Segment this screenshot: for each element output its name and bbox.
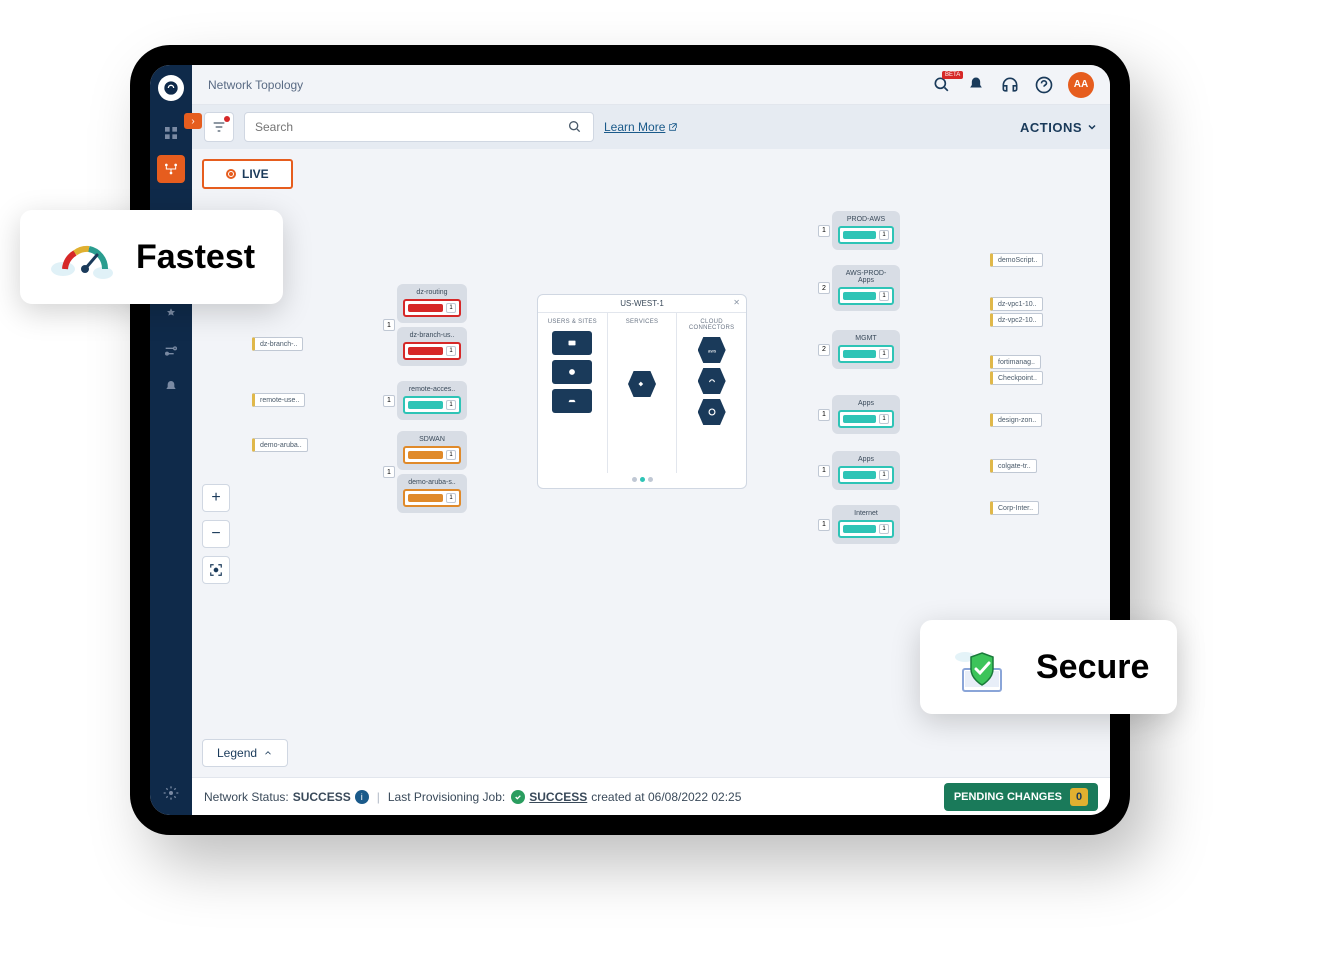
beta-badge: BETA — [942, 71, 963, 79]
topology-tag[interactable]: Checkpoint.. — [990, 371, 1043, 385]
region-close-icon[interactable]: ✕ — [733, 298, 740, 307]
sidebar: › — [150, 65, 192, 815]
fit-view-button[interactable] — [202, 556, 230, 584]
network-status-value: SUCCESS — [293, 790, 351, 804]
topbar: Network Topology BETA AA — [192, 65, 1110, 105]
topology-tag[interactable]: dz-branch-.. — [252, 337, 303, 351]
sidebar-item-extensions[interactable] — [157, 301, 185, 329]
region-panel[interactable]: US-WEST-1✕ USERS & SITES SERVICES CLOUD … — [537, 294, 747, 489]
check-icon — [511, 790, 525, 804]
search-input[interactable] — [255, 120, 567, 134]
filter-button[interactable] — [204, 112, 234, 142]
search-icon — [567, 119, 583, 135]
overlay-secure-card: Secure — [920, 620, 1177, 714]
status-bar: Network Status: SUCCESS i | Last Provisi… — [192, 777, 1110, 815]
topology-tag[interactable]: dz-vpc1-10.. — [990, 297, 1043, 311]
chevron-down-icon — [1086, 121, 1098, 133]
filter-indicator-dot — [224, 116, 230, 122]
topology-node[interactable]: 1 remote-acces.. 1 — [397, 381, 467, 420]
service-node[interactable] — [698, 368, 726, 394]
chevron-up-icon — [263, 748, 273, 758]
topology-node[interactable]: 1PROD-AWS1 — [832, 211, 900, 250]
service-node[interactable] — [552, 389, 592, 413]
service-node[interactable] — [552, 360, 592, 384]
sidebar-item-dashboard[interactable] — [157, 119, 185, 147]
topology-node[interactable]: 1 dz-routing 1 dz-branch-us.. 1 — [397, 284, 467, 366]
zoom-out-button[interactable]: − — [202, 520, 230, 548]
topology-node[interactable]: 1 SDWAN 1 demo-aruba-s.. 1 — [397, 431, 467, 513]
app-logo[interactable] — [158, 75, 184, 101]
topology-node[interactable]: 1Apps1 — [832, 395, 900, 434]
page-title: Network Topology — [208, 78, 303, 92]
overlay-fastest-text: Fastest — [136, 238, 255, 277]
sidebar-item-gear[interactable] — [157, 779, 185, 807]
gauge-icon — [48, 228, 116, 286]
sidebar-expand-button[interactable]: › — [184, 113, 202, 129]
topology-tag[interactable]: dz-vpc2-10.. — [990, 313, 1043, 327]
learn-more-link[interactable]: Learn More — [604, 120, 678, 134]
actions-dropdown[interactable]: ACTIONS — [1020, 120, 1098, 135]
support-icon[interactable] — [1000, 75, 1020, 95]
legend-button[interactable]: Legend — [202, 739, 288, 767]
overlay-fastest-card: Fastest — [20, 210, 283, 304]
service-node[interactable] — [552, 331, 592, 355]
zoom-controls: + − — [202, 484, 230, 584]
search-box[interactable] — [244, 112, 594, 142]
service-node[interactable] — [698, 399, 726, 425]
service-node[interactable] — [628, 371, 656, 397]
info-icon[interactable]: i — [355, 790, 369, 804]
topology-tag[interactable]: remote-use.. — [252, 393, 305, 407]
tablet-frame: › Network — [130, 45, 1130, 835]
region-pager[interactable] — [538, 473, 746, 486]
last-job-link[interactable]: SUCCESS — [529, 790, 587, 804]
zoom-in-button[interactable]: + — [202, 484, 230, 512]
user-avatar[interactable]: AA — [1068, 72, 1094, 98]
pending-changes-button[interactable]: PENDING CHANGES 0 — [944, 783, 1098, 811]
external-link-icon — [668, 122, 678, 132]
topology-tag[interactable]: demoScript.. — [990, 253, 1043, 267]
last-job-timestamp: created at 06/08/2022 02:25 — [591, 790, 741, 804]
toolbar: Learn More ACTIONS — [192, 105, 1110, 149]
global-search-icon[interactable]: BETA — [932, 75, 952, 95]
topology-tag[interactable]: design-zon.. — [990, 413, 1042, 427]
topology-tag[interactable]: fortimanag.. — [990, 355, 1041, 369]
bell-icon[interactable] — [966, 75, 986, 95]
sidebar-item-settings[interactable] — [157, 337, 185, 365]
service-node[interactable]: aws — [698, 337, 726, 363]
help-icon[interactable] — [1034, 75, 1054, 95]
pending-count-badge: 0 — [1070, 788, 1088, 806]
last-job-label: Last Provisioning Job: — [388, 790, 505, 804]
topology-tag[interactable]: demo-aruba.. — [252, 438, 308, 452]
topology-tag[interactable]: colgate-tr.. — [990, 459, 1037, 473]
overlay-secure-text: Secure — [1036, 648, 1149, 687]
sidebar-item-topology[interactable] — [157, 155, 185, 183]
topology-node[interactable]: 2MGMT1 — [832, 330, 900, 369]
region-title: US-WEST-1 — [620, 299, 664, 308]
topology-tag[interactable]: Corp-Inter.. — [990, 501, 1039, 515]
network-status-label: Network Status: — [204, 790, 289, 804]
shield-icon — [948, 638, 1016, 696]
topology-node[interactable]: 1Internet1 — [832, 505, 900, 544]
topology-node[interactable]: 1Apps1 — [832, 451, 900, 490]
sidebar-item-alerts[interactable] — [157, 373, 185, 401]
svg-text:aws: aws — [708, 348, 717, 353]
topology-node[interactable]: 2AWS-PROD-Apps1 — [832, 265, 900, 311]
